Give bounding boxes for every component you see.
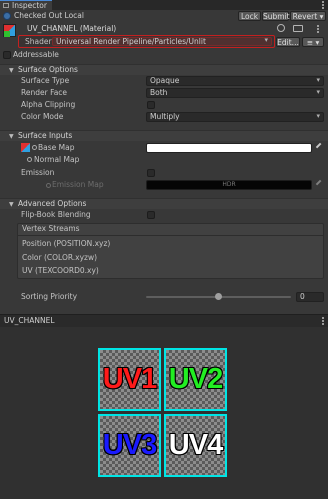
material-menu-icon[interactable] <box>317 24 320 33</box>
foldout-expanded-icon: ▼ <box>9 201 14 208</box>
vcs-status-text: Checked Out Local <box>14 11 84 20</box>
base-map-label: Base Map <box>38 143 75 152</box>
alpha-clipping-label: Alpha Clipping <box>21 100 76 109</box>
normal-map-label: Normal Map <box>34 155 80 164</box>
inspector-icon <box>3 3 9 8</box>
foldout-expanded-icon: ▼ <box>9 67 14 74</box>
render-face-value: Both <box>150 88 168 97</box>
advanced-options-header[interactable]: ▼ Advanced Options <box>0 198 328 209</box>
color-mode-value: Multiply <box>150 112 180 121</box>
surface-type-label: Surface Type <box>21 76 70 85</box>
revert-button[interactable]: Revert ▾ <box>290 11 326 21</box>
uv-cell: UV1 <box>98 348 161 411</box>
render-face-label: Render Face <box>21 88 68 97</box>
flipbook-blending-checkbox[interactable] <box>147 211 155 219</box>
vertex-streams-divider <box>18 235 323 236</box>
normal-map-picker-icon[interactable] <box>27 157 32 162</box>
uv-preview-grid: UV1 UV2 UV3 UV4 <box>98 348 230 478</box>
emission-color-field[interactable]: HDR <box>146 180 312 190</box>
tab-inspector[interactable]: Inspector <box>0 0 52 10</box>
base-map-color-field[interactable] <box>146 143 312 153</box>
emission-map-picker-icon[interactable] <box>46 183 51 188</box>
surface-type-value: Opaque <box>150 76 180 85</box>
list-icon: ≡ ▾ <box>306 38 320 47</box>
surface-options-header[interactable]: ▼ Surface Options <box>0 64 328 75</box>
vertex-stream-item[interactable]: UV (TEXCOORD0.xy) <box>22 266 99 276</box>
sorting-priority-field[interactable]: 0 <box>296 292 324 302</box>
sorting-priority-value: 0 <box>300 292 305 301</box>
help-icon[interactable] <box>277 24 285 32</box>
tab-inspector-label: Inspector <box>12 1 47 10</box>
submit-button[interactable]: Submit <box>262 11 290 21</box>
uv-label: UV2 <box>168 363 223 395</box>
surface-options-title: Surface Options <box>18 65 78 74</box>
uv-cell: UV3 <box>98 414 161 477</box>
uv-cell: UV4 <box>164 414 227 477</box>
presets-icon[interactable] <box>293 25 303 32</box>
lock-button[interactable]: Lock <box>238 11 261 21</box>
surface-inputs-title: Surface Inputs <box>18 131 73 140</box>
emission-checkbox[interactable] <box>147 169 155 177</box>
edit-shader-button[interactable]: Edit... <box>276 37 300 47</box>
material-icon <box>3 24 16 37</box>
vertex-stream-item[interactable]: Color (COLOR.xyzw) <box>22 253 97 263</box>
base-map-texture-thumbnail[interactable] <box>21 143 30 152</box>
shader-value: Universal Render Pipeline/Particles/Unli… <box>56 37 206 46</box>
uv-label: UV3 <box>102 429 157 461</box>
flipbook-blending-label: Flip-Book Blending <box>21 210 91 219</box>
emission-map-label: Emission Map <box>52 180 104 189</box>
uv-label: UV1 <box>102 363 157 395</box>
foldout-expanded-icon: ▼ <box>9 133 14 140</box>
color-mode-label: Color Mode <box>21 112 64 121</box>
hdr-label: HDR <box>222 181 236 188</box>
addressable-checkbox[interactable] <box>3 51 11 59</box>
render-face-dropdown[interactable]: Both <box>146 88 324 98</box>
emission-label: Emission <box>21 168 55 177</box>
window-menu-icon[interactable] <box>322 0 325 9</box>
sorting-priority-slider-thumb[interactable] <box>215 293 222 300</box>
uv-label: UV4 <box>168 429 223 461</box>
material-name: UV_CHANNEL (Material) <box>27 24 117 33</box>
shader-list-button[interactable]: ≡ ▾ <box>302 37 324 47</box>
shader-dropdown[interactable]: Universal Render Pipeline/Particles/Unli… <box>52 37 272 46</box>
emission-eyedropper-icon[interactable] <box>315 179 325 189</box>
vertex-stream-item[interactable]: Position (POSITION.xyz) <box>22 239 110 249</box>
eyedropper-icon[interactable] <box>315 142 325 152</box>
alpha-clipping-checkbox[interactable] <box>147 101 155 109</box>
revert-dropdown-icon: ▾ <box>319 12 324 21</box>
uv-cell: UV2 <box>164 348 227 411</box>
surface-inputs-header[interactable]: ▼ Surface Inputs <box>0 130 328 141</box>
addressable-label: Addressable <box>13 50 59 59</box>
surface-type-dropdown[interactable]: Opaque <box>146 76 324 86</box>
shader-label: Shader <box>25 37 52 46</box>
preview-menu-icon[interactable] <box>322 316 325 325</box>
revert-label: Revert <box>292 12 318 21</box>
sorting-priority-label: Sorting Priority <box>21 292 78 301</box>
vcs-status-icon <box>3 12 11 20</box>
vertex-streams-title: Vertex Streams <box>22 224 80 233</box>
base-map-picker-icon[interactable] <box>32 145 37 150</box>
advanced-options-title: Advanced Options <box>18 199 87 208</box>
preview-title: UV_CHANNEL <box>4 316 55 325</box>
color-mode-dropdown[interactable]: Multiply <box>146 112 324 122</box>
